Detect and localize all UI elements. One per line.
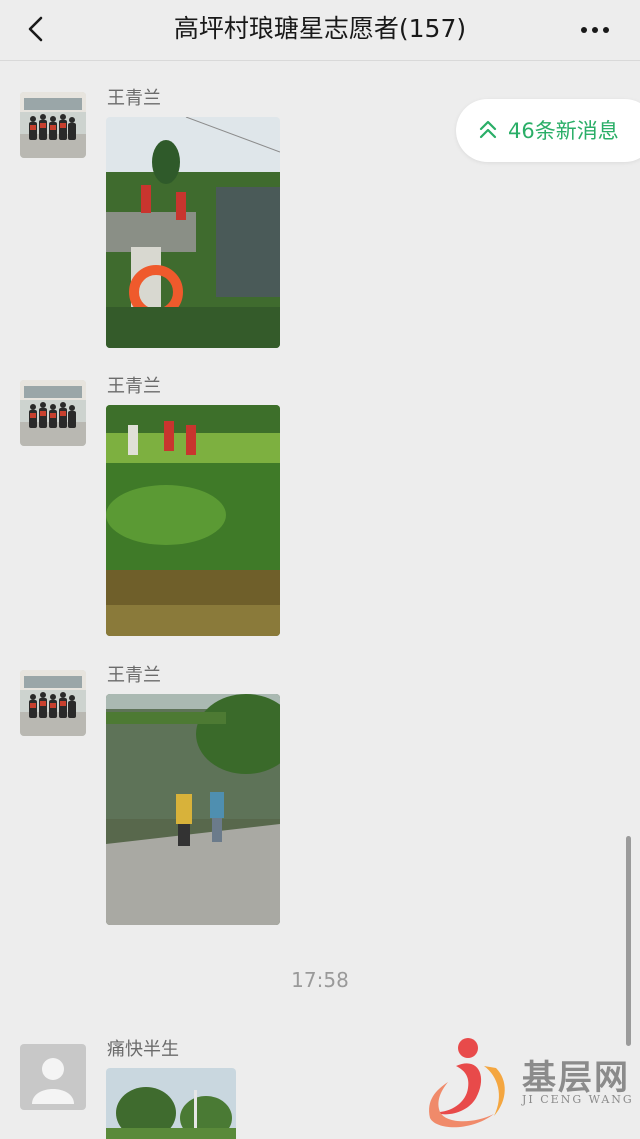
double-chevron-up-icon	[479, 120, 497, 139]
new-messages-label: 46条新消息	[508, 119, 619, 143]
chat-title: 高坪村琅瑭星志愿者(157)	[173, 14, 467, 43]
sender-name: 王青兰	[107, 376, 161, 397]
sender-name: 王青兰	[107, 88, 161, 109]
image-message[interactable]	[106, 1068, 236, 1139]
image-message[interactable]	[106, 117, 280, 348]
message-timestamp: 17:58	[291, 968, 349, 992]
sender-avatar[interactable]	[20, 92, 86, 158]
back-button[interactable]	[22, 14, 52, 44]
sender-name: 痛快半生	[107, 1039, 179, 1060]
sender-avatar[interactable]	[20, 380, 86, 446]
sender-avatar-default[interactable]	[20, 1044, 86, 1110]
more-dots-icon	[581, 27, 609, 33]
more-button[interactable]	[578, 18, 612, 42]
sender-name: 王青兰	[107, 665, 161, 686]
watermark-subtitle: JI CENG WANG	[522, 1093, 634, 1106]
scrollbar-thumb[interactable]	[626, 836, 631, 1046]
image-message[interactable]	[106, 694, 280, 925]
chat-header: 高坪村琅瑭星志愿者(157)	[0, 0, 640, 61]
watermark-title: 基层网	[522, 1058, 630, 1098]
image-message[interactable]	[106, 405, 280, 636]
sender-avatar[interactable]	[20, 670, 86, 736]
new-messages-pill[interactable]: 46条新消息	[456, 99, 640, 162]
chevron-left-icon	[28, 16, 43, 42]
